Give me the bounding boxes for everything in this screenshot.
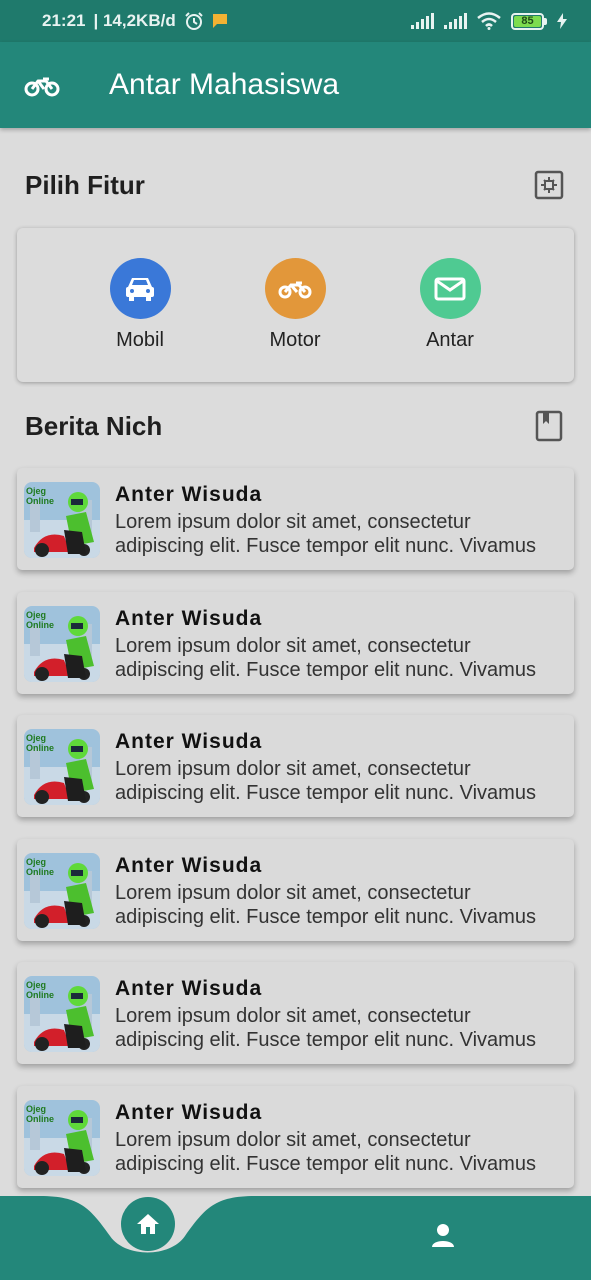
thumbnail-caption: Ojeg Online: [26, 610, 55, 630]
news-title: Anter Wisuda: [115, 730, 263, 753]
home-icon: [137, 1214, 159, 1234]
profile-button[interactable]: [428, 1220, 458, 1250]
thumbnail-caption: Ojeg Online: [26, 1104, 55, 1124]
news-thumbnail: Ojeg Online: [24, 1100, 100, 1176]
news-body: Lorem ipsum dolor sit amet, consectetur …: [115, 1005, 536, 1051]
car-icon: [109, 258, 171, 319]
thumbnail-caption: Ojeg Online: [26, 486, 55, 506]
thumbnail-caption: Ojeg Online: [26, 857, 55, 877]
news-card[interactable]: Ojeg Online Anter Wisuda Lorem ipsum dolor…: [17, 839, 574, 941]
feature-label: Motor: [269, 329, 321, 351]
signal-icon-2: [444, 13, 467, 29]
home-button[interactable]: [121, 1197, 175, 1251]
feature-label: Antar: [426, 329, 474, 351]
news-title: Anter Wisuda: [115, 977, 263, 1000]
status-bar: 21:21 | 14,2KB/d 85: [0, 0, 591, 42]
news-title: Anter Wisuda: [115, 1101, 263, 1124]
features-section-title: Pilih Fitur: [25, 170, 145, 200]
wifi-icon: [477, 12, 501, 30]
message-notification-icon: [212, 14, 227, 28]
battery-icon: 85: [511, 12, 547, 30]
news-body: Lorem ipsum dolor sit amet, consectetur …: [115, 882, 536, 928]
news-body: Lorem ipsum dolor sit amet, consectetur …: [115, 758, 536, 804]
feature-antar[interactable]: Antar: [390, 258, 510, 352]
news-thumbnail: Ojeg Online: [24, 853, 100, 929]
motorcycle-icon: [264, 258, 326, 319]
alarm-icon: [185, 12, 203, 30]
battery-level: 85: [514, 15, 541, 27]
bottom-navigation: [0, 1196, 591, 1280]
news-title: Anter Wisuda: [115, 607, 263, 630]
news-body: Lorem ipsum dolor sit amet, consectetur …: [115, 635, 536, 681]
charging-icon: [557, 13, 567, 29]
news-thumbnail: Ojeg Online: [24, 606, 100, 682]
person-icon: [432, 1224, 454, 1247]
thumbnail-caption: Ojeg Online: [26, 733, 55, 753]
news-card[interactable]: Ojeg Online Anter Wisuda Lorem ipsum dolor…: [17, 592, 574, 694]
news-thumbnail: Ojeg Online: [24, 729, 100, 805]
feature-mobil[interactable]: Mobil: [80, 258, 200, 352]
news-thumbnail: Ojeg Online: [24, 482, 100, 558]
app-bar: Antar Mahasiswa: [0, 42, 591, 128]
feature-motor[interactable]: Motor: [235, 258, 355, 352]
app-title: Antar Mahasiswa: [109, 68, 340, 101]
thumbnail-caption: Ojeg Online: [26, 980, 55, 1000]
news-card[interactable]: Ojeg Online Anter Wisuda Lorem ipsum dolor…: [17, 715, 574, 817]
news-thumbnail: Ojeg Online: [24, 976, 100, 1052]
feature-label: Mobil: [116, 329, 164, 351]
book-icon[interactable]: [534, 410, 564, 442]
mail-icon: [419, 258, 481, 319]
news-card[interactable]: Ojeg Online Anter Wisuda Lorem ipsum dolor…: [17, 962, 574, 1064]
news-card[interactable]: Ojeg Online Anter Wisuda Lorem ipsum dolor…: [17, 468, 574, 570]
news-section-title: Berita Nich: [25, 411, 163, 441]
signal-icon: [411, 13, 434, 29]
news-body: Lorem ipsum dolor sit amet, consectetur …: [115, 1129, 536, 1175]
motorcycle-logo-icon: [24, 77, 60, 97]
grid-settings-icon[interactable]: [534, 169, 564, 201]
news-card[interactable]: Ojeg Online Anter Wisuda Lorem ipsum dolor…: [17, 1086, 574, 1188]
news-title: Anter Wisuda: [115, 854, 263, 877]
status-time: 21:21: [42, 11, 86, 30]
news-title: Anter Wisuda: [115, 483, 263, 506]
features-card: Mobil Motor Antar: [17, 228, 574, 382]
status-network-speed: | 14,2KB/d: [93, 11, 176, 30]
news-body: Lorem ipsum dolor sit amet, consectetur …: [115, 511, 536, 557]
